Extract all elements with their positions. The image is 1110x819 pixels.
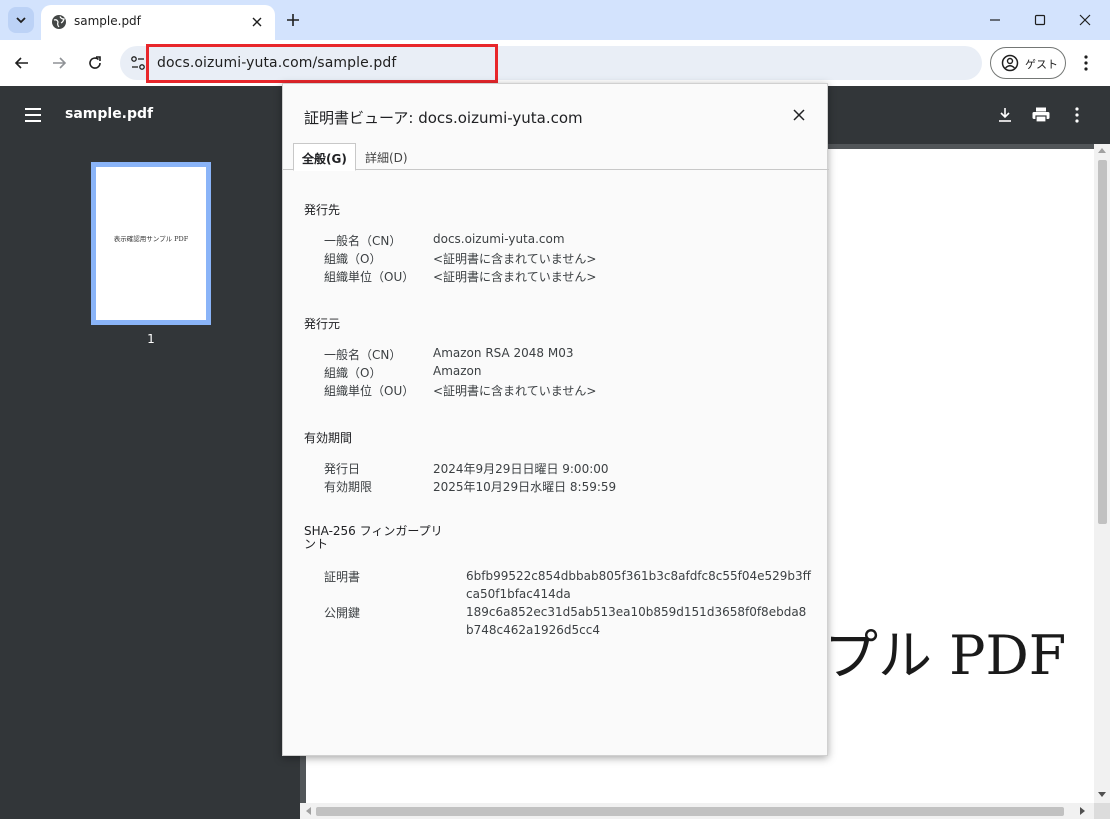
reload-icon[interactable] xyxy=(83,51,107,75)
maximize-icon[interactable] xyxy=(1028,8,1052,32)
certificate-fingerprint: 6bfb99522c854dbbab805f361b3c8afdfc8c55f0… xyxy=(466,569,811,601)
tab-title: sample.pdf xyxy=(74,14,141,28)
field-value: Amazon RSA 2048 M03 xyxy=(433,346,574,360)
dialog-title: 証明書ビューア: docs.oizumi-yuta.com xyxy=(304,109,583,127)
globe-icon xyxy=(52,15,66,29)
plus-icon[interactable] xyxy=(282,9,304,31)
tab-search-icon[interactable] xyxy=(8,7,34,33)
vertical-scrollbar[interactable] xyxy=(1094,144,1110,803)
field-label: 一般名（CN） xyxy=(324,234,402,248)
page-text: プル PDF xyxy=(824,624,1067,687)
download-icon[interactable] xyxy=(994,104,1016,126)
profile-button[interactable]: ゲスト xyxy=(990,47,1066,79)
field-value: 2024年9月29日日曜日 9:00:00 xyxy=(433,462,609,476)
scroll-left-arrow-icon[interactable] xyxy=(306,807,311,815)
field-value: <証明書に含まれていません> xyxy=(433,384,597,398)
page-thumbnail[interactable]: 表示確認用サンプル PDF xyxy=(91,162,211,325)
certificate-viewer-dialog: 証明書ビューア: docs.oizumi-yuta.com 全般(G) 詳細(D… xyxy=(282,83,829,756)
close-icon[interactable] xyxy=(1073,8,1097,32)
thumbnail-text: 表示確認用サンプル PDF xyxy=(113,235,189,243)
tab-details[interactable]: 詳細(D) xyxy=(357,143,416,170)
horizontal-scrollbar[interactable] xyxy=(300,803,1094,819)
thumbnail-sidebar: 表示確認用サンプル PDF 1 xyxy=(0,144,300,819)
scroll-right-arrow-icon[interactable] xyxy=(1080,807,1085,815)
forward-arrow-icon[interactable] xyxy=(47,51,71,75)
hamburger-menu-icon[interactable] xyxy=(24,106,42,124)
field-label: 組織（O） xyxy=(324,366,382,380)
print-icon[interactable] xyxy=(1030,104,1052,126)
kebab-menu-icon[interactable] xyxy=(1076,51,1096,75)
scrollbar-corner xyxy=(1094,803,1110,819)
tab-general[interactable]: 全般(G) xyxy=(293,143,356,171)
scroll-up-arrow-icon[interactable] xyxy=(1098,148,1106,153)
field-value: <証明書に含まれていません> xyxy=(433,252,597,266)
field-label: 発行日 xyxy=(324,462,361,476)
scroll-down-arrow-icon[interactable] xyxy=(1098,792,1106,797)
pdf-title: sample.pdf xyxy=(65,106,154,122)
fingerprint-heading: SHA-256 フィンガープリ ント xyxy=(304,525,443,551)
field-label: 公開鍵 xyxy=(324,606,361,620)
field-label: 証明書 xyxy=(324,570,361,584)
validity-heading: 有効期間 xyxy=(304,431,353,445)
browser-toolbar: docs.oizumi-yuta.com/sample.pdf ゲスト xyxy=(0,40,1110,86)
fingerprint-heading-line2: ント xyxy=(304,537,329,551)
field-label: 一般名（CN） xyxy=(324,348,402,362)
minimize-icon[interactable] xyxy=(983,8,1007,32)
site-info-icon[interactable] xyxy=(128,53,148,73)
issued-to-heading: 発行先 xyxy=(304,203,341,217)
more-actions-icon[interactable] xyxy=(1066,104,1088,126)
thumbnail-page-number: 1 xyxy=(147,332,155,346)
field-value: docs.oizumi-yuta.com xyxy=(433,232,565,246)
field-value: Amazon xyxy=(433,364,482,378)
back-arrow-icon[interactable] xyxy=(10,51,34,75)
vertical-scroll-thumb[interactable] xyxy=(1098,160,1107,524)
field-label: 有効期限 xyxy=(324,480,373,494)
field-label: 組織単位（OU） xyxy=(324,384,415,398)
profile-label: ゲスト xyxy=(1025,58,1058,71)
field-label: 組織単位（OU） xyxy=(324,270,415,284)
tab-strip: sample.pdf xyxy=(0,0,1110,40)
close-icon[interactable] xyxy=(789,105,809,125)
address-bar[interactable]: docs.oizumi-yuta.com/sample.pdf xyxy=(120,44,982,83)
dialog-tabs: 全般(G) 詳細(D) xyxy=(283,141,829,171)
close-icon[interactable] xyxy=(247,12,267,32)
public-key-fingerprint: 189c6a852ec31d5ab513ea10b859d151d3658f0f… xyxy=(466,605,807,637)
browser-tab[interactable]: sample.pdf xyxy=(41,5,275,40)
horizontal-scroll-thumb[interactable] xyxy=(316,807,1064,816)
issued-by-heading: 発行元 xyxy=(304,317,341,331)
url-text[interactable]: docs.oizumi-yuta.com/sample.pdf xyxy=(157,55,396,71)
field-value: 2025年10月29日水曜日 8:59:59 xyxy=(433,480,617,494)
field-value: <証明書に含まれていません> xyxy=(433,270,597,284)
person-icon xyxy=(1001,54,1019,72)
field-label: 組織（O） xyxy=(324,252,382,266)
